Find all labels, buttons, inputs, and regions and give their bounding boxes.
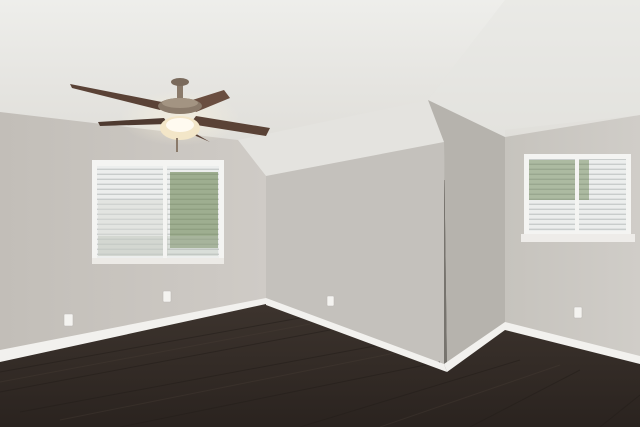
right-window [521,154,635,242]
left-window [92,160,224,264]
room-scene [0,0,640,427]
